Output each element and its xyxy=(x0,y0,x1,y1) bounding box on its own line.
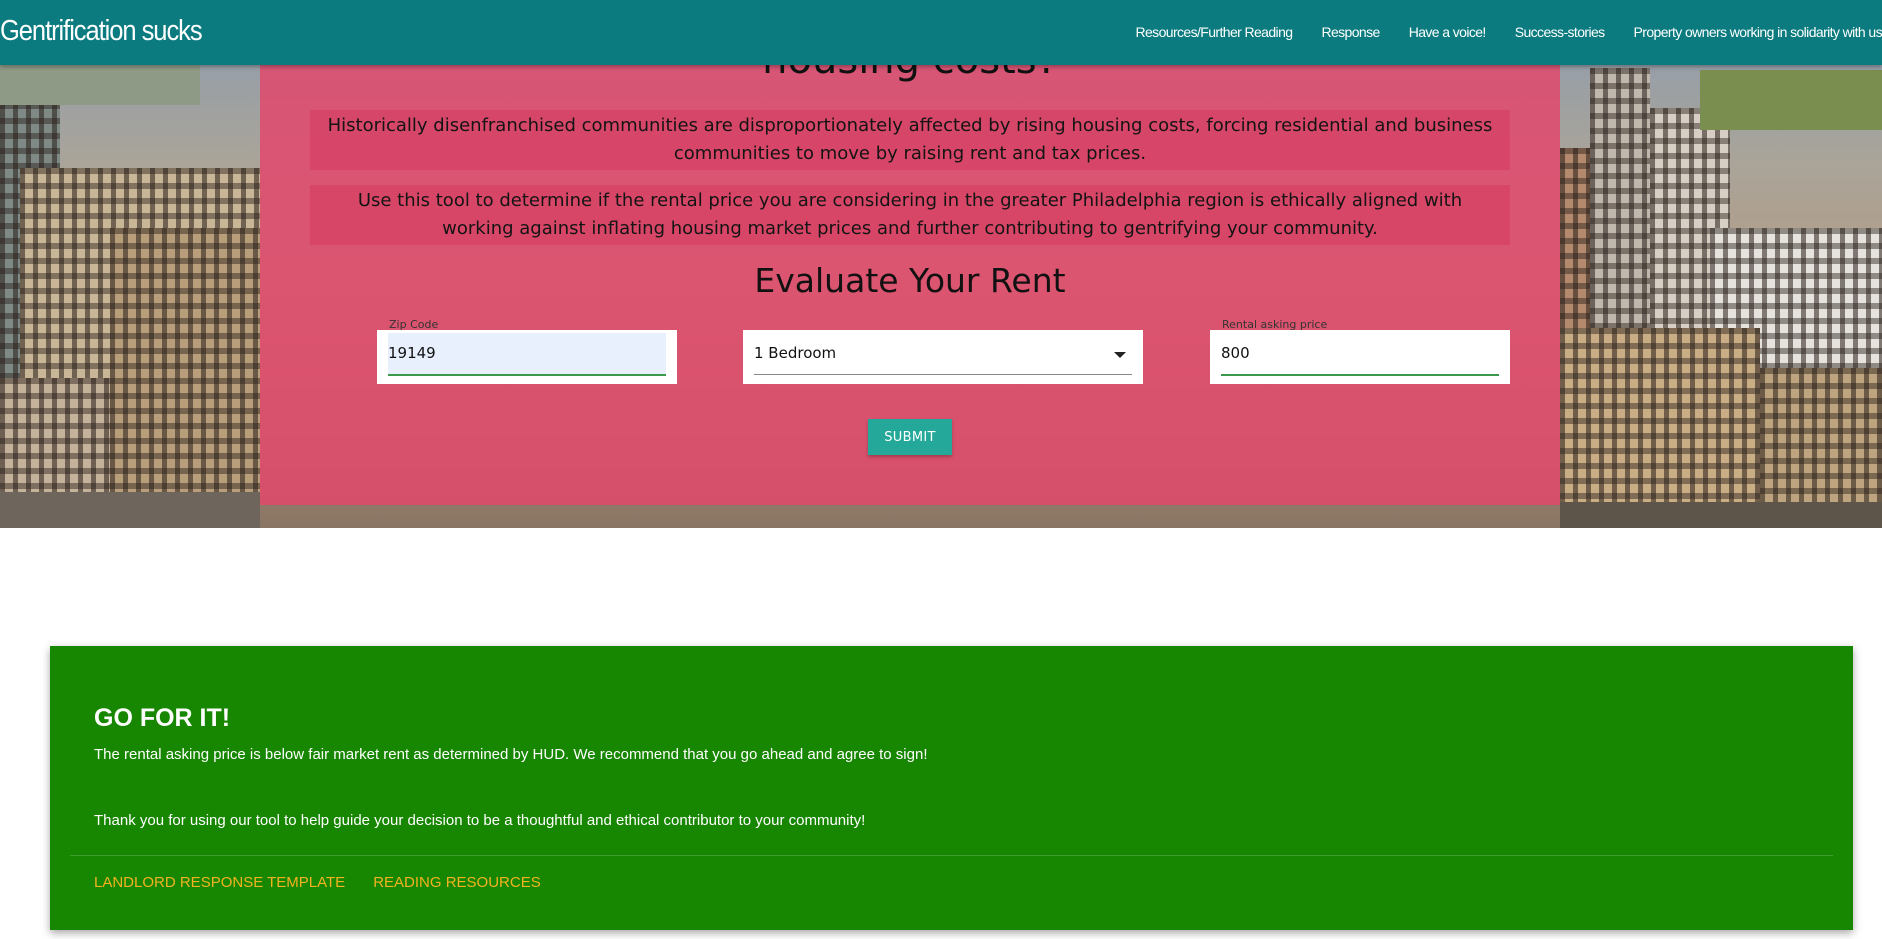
tool-description: Use this tool to determine if the rental… xyxy=(310,185,1510,245)
rent-evaluator-card: housing costs? Historically disenfranchi… xyxy=(260,37,1560,505)
nav-link-success-stories[interactable]: Success-stories xyxy=(1515,24,1605,40)
bedroom-select[interactable]: 1 Bedroom xyxy=(743,330,1143,384)
nav-link-resources[interactable]: Resources/Further Reading xyxy=(1135,24,1293,40)
intro-paragraph: Historically disenfranchised communities… xyxy=(310,110,1510,170)
rental-price-label: Rental asking price xyxy=(1222,318,1328,331)
result-divider xyxy=(70,855,1833,856)
bedroom-select-value[interactable]: 1 Bedroom xyxy=(754,344,1132,362)
result-thanks: Thank you for using our tool to help gui… xyxy=(94,812,866,829)
zip-code-label: Zip Code xyxy=(389,318,439,331)
rental-price-field: Rental asking price xyxy=(1210,318,1510,384)
nav-links: Resources/Further Reading Response Have … xyxy=(1106,24,1882,40)
bedroom-underline xyxy=(754,374,1132,375)
top-navbar: Gentrification sucks Resources/Further R… xyxy=(0,0,1882,65)
result-title: GO FOR IT! xyxy=(94,704,231,732)
result-actions: LANDLORD RESPONSE TEMPLATE READING RESOU… xyxy=(94,874,569,891)
nav-link-response[interactable]: Response xyxy=(1321,24,1380,40)
zip-underline xyxy=(388,374,666,376)
price-underline xyxy=(1221,374,1499,376)
rental-price-input[interactable] xyxy=(1221,344,1499,362)
zip-code-input[interactable] xyxy=(388,344,666,362)
result-message: The rental asking price is below fair ma… xyxy=(94,746,928,763)
form-title: Evaluate Your Rent xyxy=(754,261,1066,300)
submit-button[interactable]: SUBMIT xyxy=(868,419,952,455)
nav-link-property-owners[interactable]: Property owners working in solidarity wi… xyxy=(1634,24,1882,40)
reading-resources-link[interactable]: READING RESOURCES xyxy=(373,874,541,891)
site-brand[interactable]: Gentrification sucks xyxy=(0,15,203,48)
chevron-down-icon[interactable] xyxy=(1114,352,1126,358)
zip-code-field: Zip Code xyxy=(377,318,677,384)
result-panel: GO FOR IT! The rental asking price is be… xyxy=(50,646,1853,930)
nav-link-have-a-voice[interactable]: Have a voice! xyxy=(1409,24,1487,40)
landlord-response-template-link[interactable]: LANDLORD RESPONSE TEMPLATE xyxy=(94,874,345,891)
